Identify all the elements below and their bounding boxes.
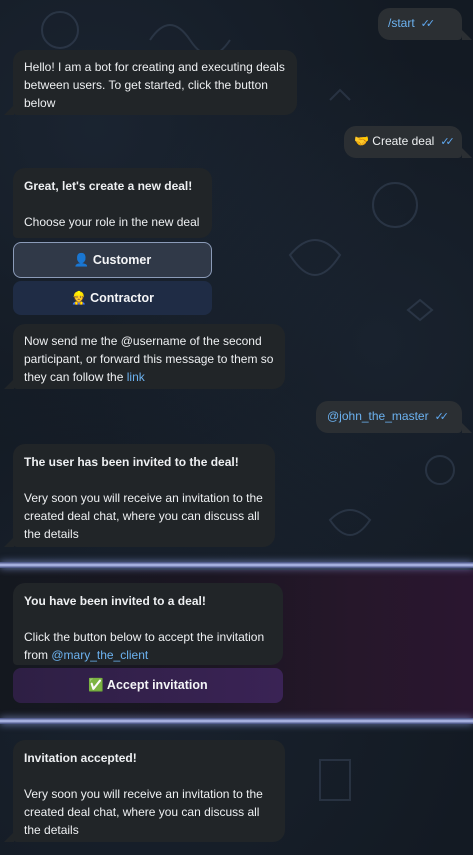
send-username-text: Now send me the @username of the second … <box>24 334 274 384</box>
user-invited-body: Very soon you will receive an invitation… <box>24 491 263 541</box>
role-choice-message: Great, let's create a new deal! Choose y… <box>13 168 212 238</box>
create-deal-text: 🤝 Create deal <box>354 134 435 148</box>
greeting-message: Hello! I am a bot for creating and execu… <box>13 50 297 115</box>
username-message: @john_the_master ✓✓ <box>316 401 462 433</box>
inviter-mention[interactable]: @mary_the_client <box>51 648 148 662</box>
deal-invitation-title: You have been invited to a deal! <box>24 594 206 608</box>
double-check-icon: ✓✓ <box>434 411 450 423</box>
role-choice-title: Great, let's create a new deal! <box>24 179 193 193</box>
double-check-icon: ✓✓ <box>440 136 455 148</box>
start-command-text[interactable]: /start <box>388 16 415 30</box>
customer-button[interactable]: 👤 Customer <box>13 242 212 278</box>
double-check-icon: ✓✓ <box>420 18 436 30</box>
send-username-message: Now send me the @username of the second … <box>13 324 285 389</box>
invitation-accepted-body: Very soon you will receive an invitation… <box>24 787 263 837</box>
deal-invitation-message: You have been invited to a deal! Click t… <box>13 583 283 665</box>
contractor-button[interactable]: 👷 Contractor <box>13 281 212 315</box>
accept-invitation-button[interactable]: ✅ Accept invitation <box>13 668 283 703</box>
section-separator <box>0 562 473 568</box>
user-invited-message: The user has been invited to the deal! V… <box>13 444 275 547</box>
username-mention[interactable]: @john_the_master <box>327 409 429 423</box>
start-command-message: /start ✓✓ <box>378 8 462 40</box>
invitation-accepted-message: Invitation accepted! Very soon you will … <box>13 740 285 842</box>
deal-invitation-body-wrap: Click the button below to accept the inv… <box>24 628 272 664</box>
invite-link[interactable]: link <box>127 370 145 384</box>
role-choice-body: Choose your role in the new deal <box>24 215 200 229</box>
section-separator <box>0 718 473 724</box>
create-deal-message: 🤝 Create deal ✓✓ <box>344 126 462 158</box>
user-invited-title: The user has been invited to the deal! <box>24 455 239 469</box>
invitation-accepted-title: Invitation accepted! <box>24 751 137 765</box>
greeting-text: Hello! I am a bot for creating and execu… <box>24 60 285 110</box>
